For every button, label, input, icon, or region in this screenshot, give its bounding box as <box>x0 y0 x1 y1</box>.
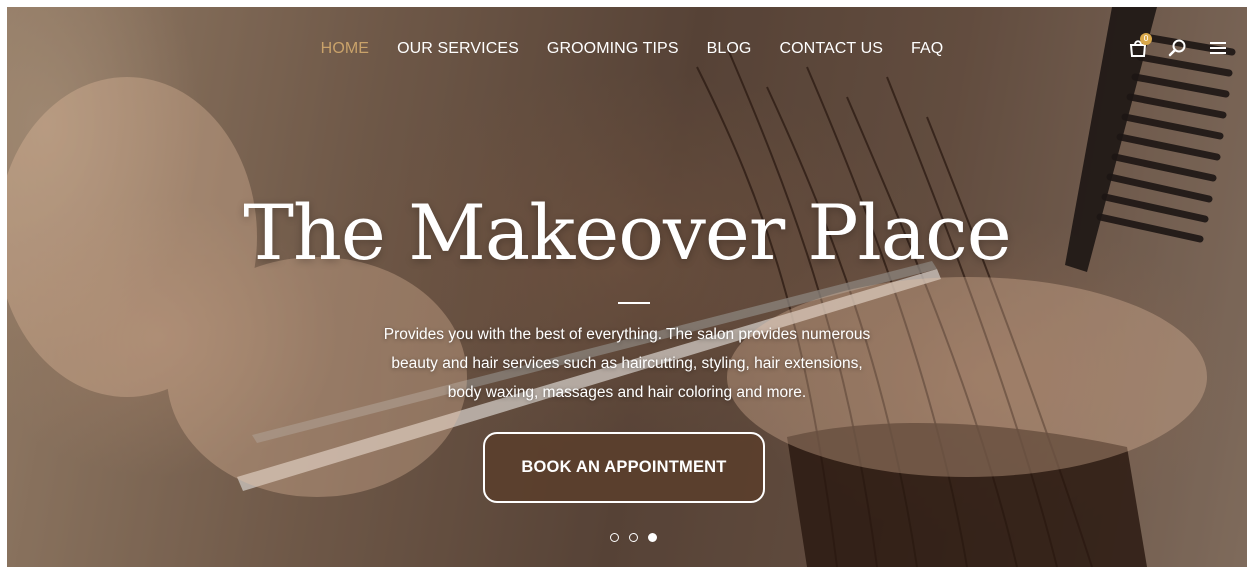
nav-blog[interactable]: BLOG <box>707 35 752 63</box>
slider-dot-3[interactable] <box>648 533 657 542</box>
hero-slider: HOME OUR SERVICES GROOMING TIPS BLOG CON… <box>7 7 1247 567</box>
shopping-bag-icon[interactable]: 0 <box>1127 33 1152 59</box>
title-divider <box>618 302 650 304</box>
hero-description: Provides you with the best of everything… <box>383 326 871 401</box>
nav-grooming-tips[interactable]: GROOMING TIPS <box>547 35 679 63</box>
menu-icon[interactable] <box>1207 37 1229 59</box>
header-actions: 0 <box>1127 33 1229 59</box>
slider-dot-1[interactable] <box>610 533 619 542</box>
search-icon[interactable] <box>1167 37 1189 59</box>
nav-contact-us[interactable]: CONTACT US <box>779 35 883 63</box>
hero-title: The Makeover Place <box>243 188 1011 277</box>
cart-count-badge: 0 <box>1140 33 1152 45</box>
main-navigation: HOME OUR SERVICES GROOMING TIPS BLOG CON… <box>7 35 1247 63</box>
slider-dot-2[interactable] <box>629 533 638 542</box>
nav-faq[interactable]: FAQ <box>911 35 943 63</box>
book-appointment-button[interactable]: BOOK AN APPOINTMENT <box>483 432 765 503</box>
nav-home[interactable]: HOME <box>321 35 369 63</box>
nav-our-services[interactable]: OUR SERVICES <box>397 35 519 63</box>
slider-pagination <box>610 533 657 542</box>
